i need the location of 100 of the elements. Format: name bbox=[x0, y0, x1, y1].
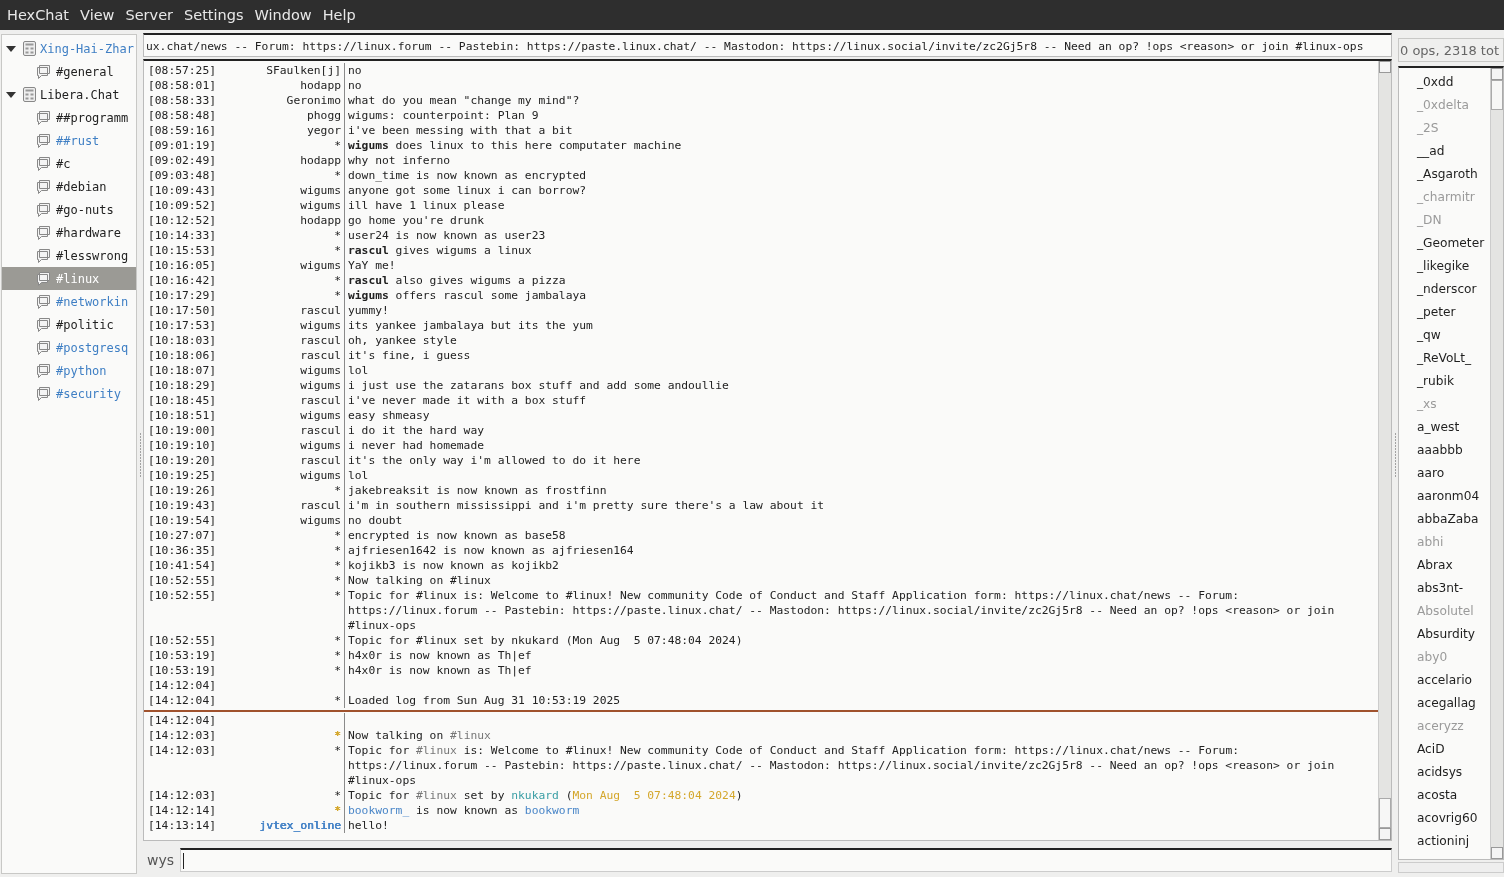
chat-bubble-icon bbox=[36, 133, 51, 148]
message-text: easy shmeasy bbox=[348, 409, 430, 422]
nick-label: rascul bbox=[300, 349, 341, 362]
message-text: h4x0r is now known as Th|ef bbox=[348, 649, 532, 662]
user-item[interactable]: _Geometer bbox=[1417, 232, 1490, 255]
message-text: wigums: counterpoint: Plan 9 bbox=[348, 109, 539, 122]
channel-item[interactable]: #security bbox=[2, 382, 136, 405]
message-text: i've been messing with that a bit bbox=[348, 124, 573, 137]
message-input[interactable] bbox=[180, 848, 1392, 872]
timestamp: [10:52:55] bbox=[148, 573, 217, 588]
message-text: i've never made it with a box stuff bbox=[348, 394, 587, 407]
scrollbar[interactable] bbox=[1490, 68, 1503, 859]
nickname-label[interactable]: wys bbox=[147, 852, 175, 868]
user-item[interactable]: abs3nt- bbox=[1417, 577, 1490, 600]
user-item[interactable]: _qw bbox=[1417, 324, 1490, 347]
timestamp: [10:19:54] bbox=[148, 513, 217, 528]
nick-label: hodapp bbox=[300, 214, 341, 227]
nick-label: phogg bbox=[307, 109, 341, 122]
message-text: no doubt bbox=[348, 514, 403, 527]
nick-label: rascul bbox=[300, 394, 341, 407]
channel-item[interactable]: #python bbox=[2, 359, 136, 382]
chat-bubble-icon bbox=[36, 179, 51, 194]
message-text: Now talking on #linux bbox=[348, 574, 491, 587]
timestamp: [14:12:03] bbox=[148, 743, 217, 759]
expander-triangle-icon[interactable] bbox=[6, 45, 16, 52]
timestamp: [10:36:35] bbox=[148, 543, 217, 558]
channel-item[interactable]: #hardware bbox=[2, 221, 136, 244]
user-item[interactable]: AciD bbox=[1417, 738, 1490, 761]
horizontal-scrollbar[interactable] bbox=[1398, 862, 1504, 873]
timestamp: [10:52:55] bbox=[148, 588, 217, 604]
user-item[interactable]: Absurdity bbox=[1417, 623, 1490, 646]
timestamp: [10:15:53] bbox=[148, 243, 217, 258]
chat-bubble-icon bbox=[36, 202, 51, 217]
message-text: YaY me! bbox=[348, 259, 396, 272]
timestamp: [10:16:42] bbox=[148, 273, 217, 288]
menu-item[interactable]: Window bbox=[251, 7, 320, 23]
timestamp: [09:03:48] bbox=[148, 168, 217, 183]
channel-item[interactable]: #debian bbox=[2, 175, 136, 198]
user-item[interactable]: abbaZaba bbox=[1417, 508, 1490, 531]
message-text: Topic for #linux is: Welcome to #linux! New community Code of Conduct and Staff Application form: https://linux.chat/news -- Forum: https://linux.forum -- Pastebin: https://paste.linux.chat/ -- Mastodon: https://linux.social/invite/zc2Gj5r8 -- Need an op? !ops <reason> or join #linux-ops bbox=[348, 589, 1336, 632]
nick-label: wigums bbox=[300, 469, 341, 482]
user-item[interactable]: acovrig60 bbox=[1417, 807, 1490, 830]
topic-field[interactable]: ux.chat/news -- Forum: https://linux.forum -- Pastebin: https://paste.linux.chat/ -- Mastodon: https://linux.social/invite/zc2Gj5r8 -- Need an op? !ops <reason> or join #linux-ops bbox=[143, 33, 1392, 57]
user-item[interactable]: acidsys bbox=[1417, 761, 1490, 784]
server-name[interactable]: Libera.Chat bbox=[40, 87, 120, 102]
channel-item[interactable]: #postgresq bbox=[2, 336, 136, 359]
message-text: why not inferno bbox=[348, 154, 451, 167]
channel-item[interactable]: #general bbox=[2, 60, 136, 83]
user-item[interactable]: _peter bbox=[1417, 301, 1490, 324]
menu-item[interactable]: Server bbox=[122, 7, 182, 23]
user-item[interactable]: actioninj bbox=[1417, 830, 1490, 853]
channel-item[interactable]: ##rust bbox=[2, 129, 136, 152]
channel-item[interactable]: #networkin bbox=[2, 290, 136, 313]
user-item[interactable]: _rubik bbox=[1417, 370, 1490, 393]
message-text: lol bbox=[348, 364, 369, 377]
nick-label: * bbox=[334, 229, 341, 242]
nick-label: * bbox=[334, 744, 341, 757]
timestamp: [09:02:49] bbox=[148, 153, 217, 168]
menu-item[interactable]: Settings bbox=[181, 7, 252, 23]
user-item[interactable]: __ad bbox=[1417, 140, 1490, 163]
nick-label: * bbox=[334, 544, 341, 557]
channel-item[interactable]: #politic bbox=[2, 313, 136, 336]
nick-label: * bbox=[334, 634, 341, 647]
server-name[interactable]: Xing-Hai-Zhar bbox=[40, 41, 134, 56]
user-item[interactable]: aaro bbox=[1417, 462, 1490, 485]
message-text: yummy! bbox=[348, 304, 389, 317]
user-item[interactable]: accelario bbox=[1417, 669, 1490, 692]
timestamp: [10:18:03] bbox=[148, 333, 217, 348]
timestamp: [08:57:25] bbox=[148, 63, 217, 78]
menu-item[interactable]: HexChat bbox=[4, 7, 78, 23]
nick-label: * bbox=[334, 244, 341, 257]
timestamp: [10:09:43] bbox=[148, 183, 217, 198]
user-item[interactable]: aaabbb bbox=[1417, 439, 1490, 462]
user-item[interactable]: aaronm04 bbox=[1417, 485, 1490, 508]
channel-item[interactable]: #c bbox=[2, 152, 136, 175]
user-item[interactable]: acegallag bbox=[1417, 692, 1490, 715]
user-item[interactable]: _nderscor bbox=[1417, 278, 1490, 301]
user-item[interactable]: Abrax bbox=[1417, 554, 1490, 577]
nick-label: * bbox=[334, 484, 341, 497]
menu-item[interactable]: View bbox=[77, 7, 123, 23]
user-item[interactable]: acosta bbox=[1417, 784, 1490, 807]
message-text: hello! bbox=[348, 819, 389, 832]
channel-item[interactable]: ##programm bbox=[2, 106, 136, 129]
channel-item[interactable]: #go-nuts bbox=[2, 198, 136, 221]
menu-item[interactable]: Help bbox=[319, 7, 364, 23]
user-item[interactable]: _0xdd bbox=[1417, 71, 1490, 94]
user-item[interactable]: a_west bbox=[1417, 416, 1490, 439]
scrollbar[interactable] bbox=[1378, 61, 1391, 840]
user-item[interactable]: _ReVoLt_ bbox=[1417, 347, 1490, 370]
user-item[interactable]: _likegike bbox=[1417, 255, 1490, 278]
message-text: i'm in southern mississippi and i'm pretty sure there's a law about it bbox=[348, 499, 825, 512]
user-count-label: 0 ops, 2318 tot bbox=[1398, 38, 1504, 62]
timestamp: [10:41:54] bbox=[148, 558, 217, 573]
nick-label: wigums bbox=[300, 319, 341, 332]
nick-label: * bbox=[334, 664, 341, 677]
nick-label: yegor bbox=[307, 124, 341, 137]
chat-bubble-icon bbox=[36, 317, 51, 332]
expander-triangle-icon[interactable] bbox=[6, 91, 16, 98]
user-item[interactable]: _Asgaroth bbox=[1417, 163, 1490, 186]
channel-item[interactable]: #lesswrong bbox=[2, 244, 136, 267]
